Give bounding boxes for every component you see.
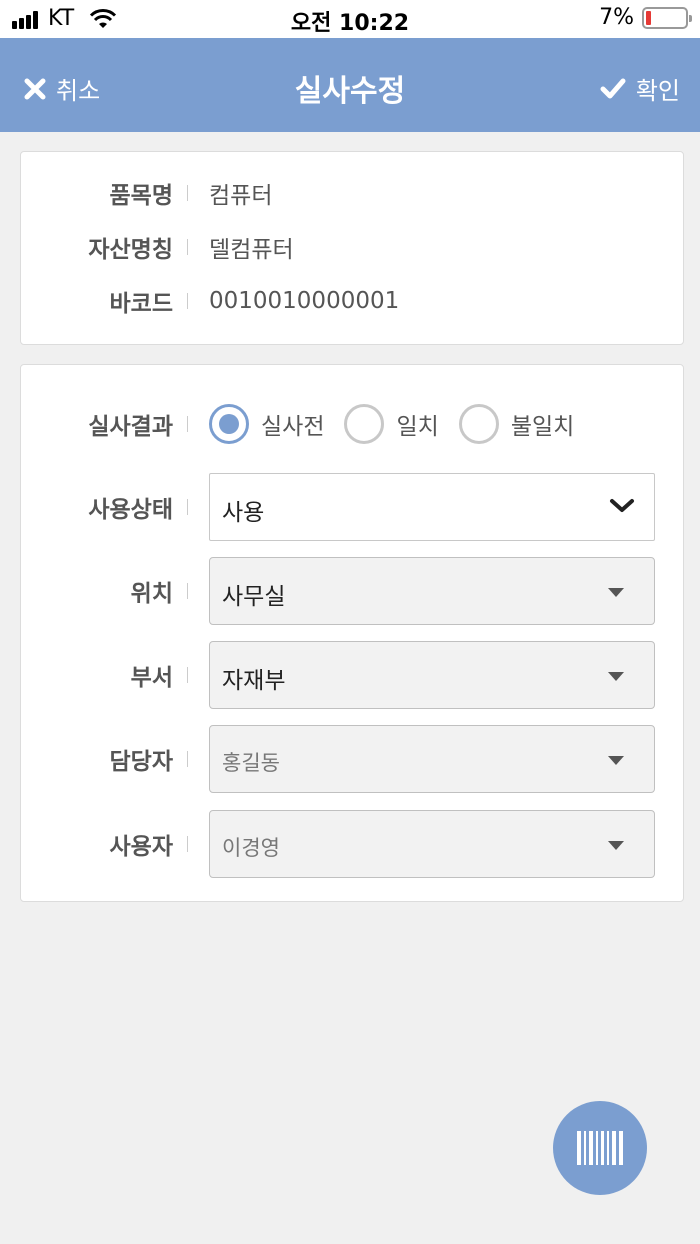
battery-icon	[642, 6, 692, 29]
confirm-label: 확인	[635, 77, 680, 105]
dropdown-arrow-icon	[608, 672, 624, 681]
location-value: 사무실	[222, 584, 286, 610]
divider	[187, 583, 188, 599]
item-name-value: 컴퓨터	[209, 183, 273, 209]
department-label: 부서	[130, 665, 173, 691]
divider	[187, 239, 188, 255]
page-title: 실사수정	[294, 74, 406, 109]
user-label: 사용자	[109, 834, 173, 860]
scan-barcode-button[interactable]	[553, 1101, 647, 1195]
usage-status-select[interactable]: 사용	[209, 473, 655, 541]
usage-status-value: 사용	[222, 500, 265, 526]
status-bar: KT 오전 10:22 7%	[0, 0, 700, 38]
radio-label: 일치	[396, 414, 439, 440]
department-row: 부서 자재부	[21, 641, 683, 709]
clock: 오전 10:22	[290, 11, 410, 36]
radio-match[interactable]: 일치	[344, 404, 439, 444]
department-select[interactable]: 자재부	[209, 641, 655, 709]
audit-result-row: 실사결과 실사전 일치 불일치	[21, 403, 683, 445]
barcode-label: 바코드	[109, 291, 173, 317]
usage-status-label: 사용상태	[88, 497, 173, 523]
location-select[interactable]: 사무실	[209, 557, 655, 625]
battery-percent: 7%	[599, 5, 634, 30]
radio-label: 실사전	[261, 414, 325, 440]
audit-result-label: 실사결과	[88, 414, 173, 440]
divider	[187, 185, 188, 201]
divider	[187, 667, 188, 683]
radio-circle[interactable]	[209, 404, 249, 444]
user-select[interactable]: 이경영	[209, 810, 655, 878]
divider	[187, 293, 188, 309]
item-name-row: 품목명 컴퓨터	[21, 178, 683, 209]
barcode-row: 바코드 0010010000001	[21, 286, 683, 317]
manager-label: 담당자	[109, 749, 173, 775]
dropdown-arrow-icon	[608, 588, 624, 597]
manager-select[interactable]: 홍길동	[209, 725, 655, 793]
asset-info-card: 품목명 컴퓨터 자산명칭 델컴퓨터 바코드 0010010000001	[20, 151, 684, 345]
radio-mismatch[interactable]: 불일치	[458, 404, 575, 444]
app-header: 취소 실사수정 확인	[0, 38, 700, 132]
radio-label: 불일치	[510, 414, 575, 440]
manager-row: 담당자 홍길동	[21, 725, 683, 793]
location-label: 위치	[130, 581, 173, 607]
department-value: 자재부	[222, 668, 286, 694]
radio-circle[interactable]	[458, 404, 499, 444]
item-name-label: 품목명	[109, 183, 173, 209]
user-value: 이경영	[222, 836, 280, 860]
divider	[187, 499, 188, 515]
chevron-down-icon	[610, 499, 634, 512]
audit-form-card: 실사결과 실사전 일치 불일치 사용상태 사용 위치 사무실 부서 자재부 담당…	[20, 364, 684, 902]
asset-name-row: 자산명칭 델컴퓨터	[21, 232, 683, 263]
radio-circle[interactable]	[344, 404, 385, 444]
check-icon	[600, 78, 626, 98]
usage-status-row: 사용상태 사용	[21, 473, 683, 541]
divider	[187, 416, 188, 432]
manager-value: 홍길동	[222, 751, 280, 775]
asset-name-value: 델컴퓨터	[209, 237, 294, 263]
radio-before-audit[interactable]: 실사전	[209, 404, 324, 444]
dropdown-arrow-icon	[608, 756, 624, 765]
confirm-button[interactable]: 확인	[600, 71, 680, 106]
barcode-value: 0010010000001	[209, 288, 400, 314]
audit-result-radio-group: 실사전 일치 불일치	[209, 404, 594, 444]
barcode-icon	[577, 1131, 623, 1165]
divider	[187, 836, 188, 852]
asset-name-label: 자산명칭	[88, 237, 173, 263]
user-row: 사용자 이경영	[21, 810, 683, 878]
location-row: 위치 사무실	[21, 557, 683, 625]
dropdown-arrow-icon	[608, 841, 624, 850]
divider	[187, 751, 188, 767]
